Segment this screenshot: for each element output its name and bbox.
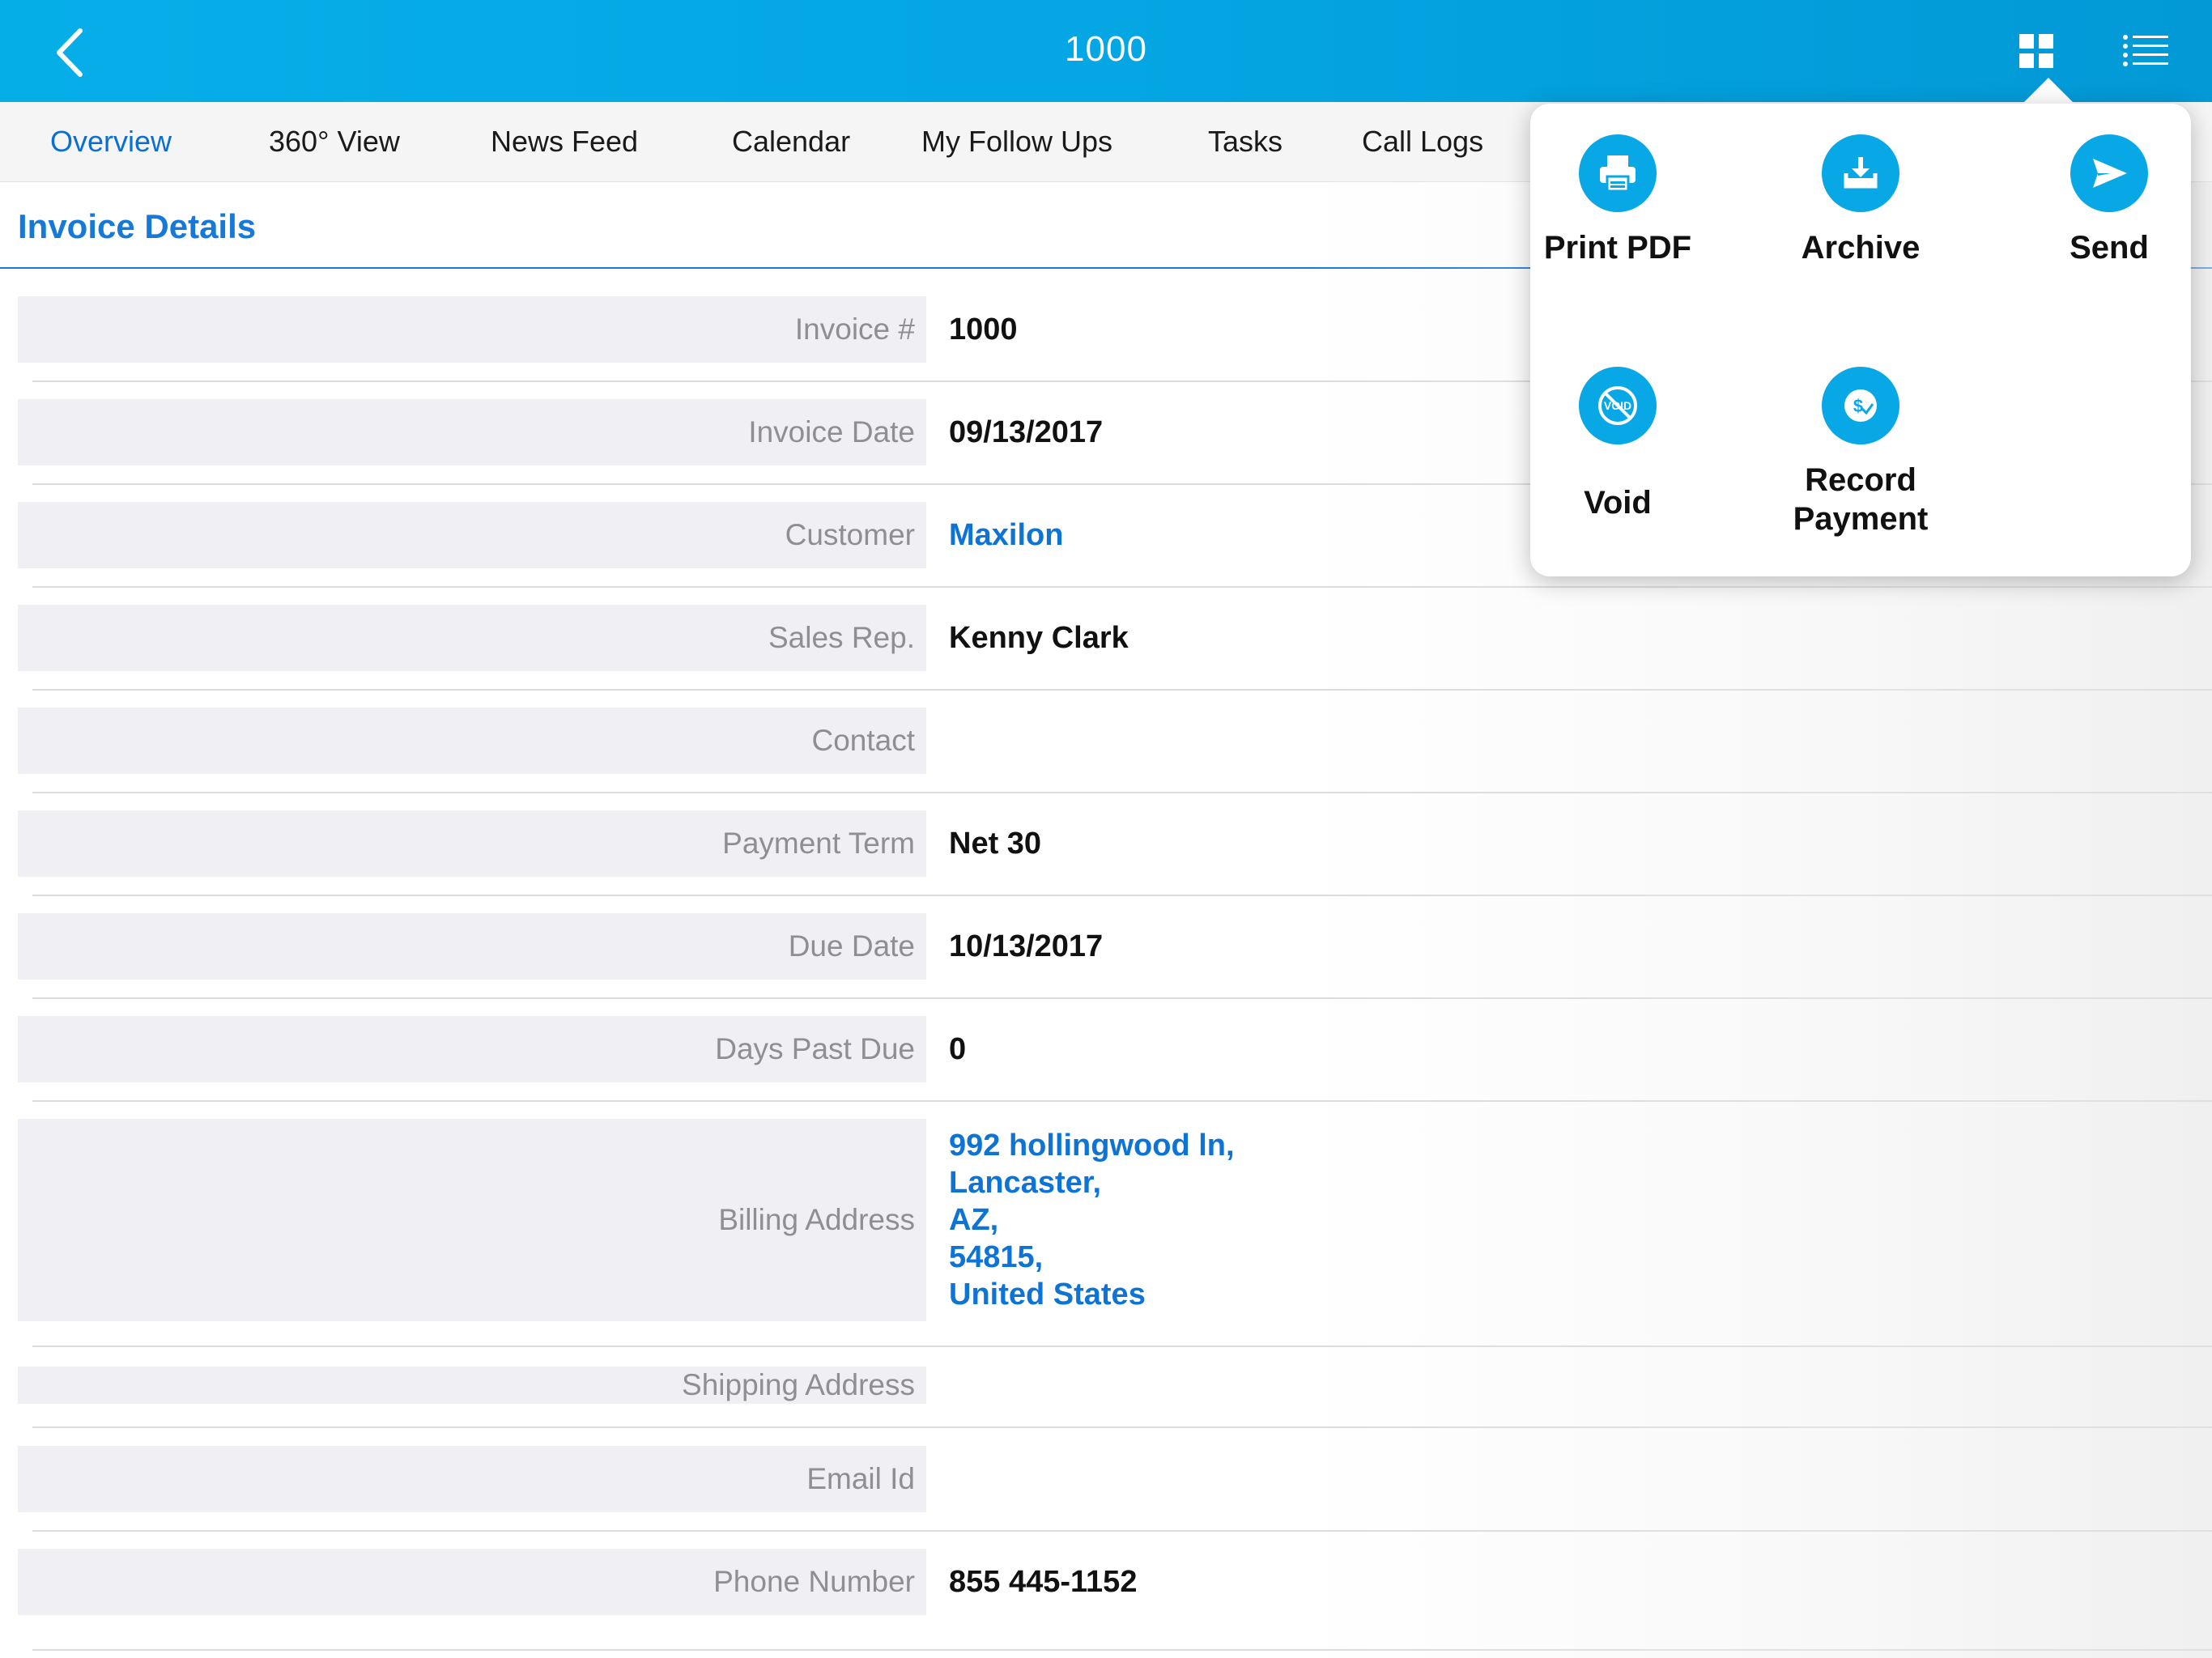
field-value: 0 [949, 1031, 967, 1066]
row-divider [32, 586, 2212, 588]
row-divider [32, 792, 2212, 793]
tab-tasks[interactable]: Tasks [1208, 125, 1283, 159]
field-label: Invoice # [18, 296, 926, 363]
field-value: 09/13/2017 [949, 414, 1104, 449]
field-value: 10/13/2017 [949, 929, 1104, 963]
action-label: Void [1584, 485, 1652, 521]
address-line: AZ, [949, 1203, 999, 1237]
field-label: Due Date [18, 913, 926, 980]
tab-my-follow-ups[interactable]: My Follow Ups [921, 125, 1112, 159]
tab-360-view[interactable]: 360° View [269, 125, 400, 159]
address-line: United States [949, 1278, 1146, 1312]
field-value: 1000 [949, 312, 1018, 346]
void-button[interactable]: VOID Void [1512, 367, 1723, 522]
row-divider [32, 1100, 2212, 1102]
row-divider [32, 1346, 2212, 1347]
field-value: Kenny Clark [949, 620, 1129, 655]
address-line: 992 hollingwood ln, [949, 1129, 1235, 1163]
field-label: Payment Term [18, 810, 926, 877]
tab-news-feed[interactable]: News Feed [491, 125, 638, 159]
field-value: Net 30 [949, 826, 1042, 861]
popover-arrow [2021, 78, 2076, 105]
grid-menu-button[interactable] [2016, 31, 2057, 71]
action-label-line: Record [1805, 462, 1916, 498]
field-label: Sales Rep. [18, 605, 926, 671]
field-label: Contact [18, 708, 926, 774]
grid-icon [2019, 34, 2053, 68]
section-title: Invoice Details [18, 207, 257, 245]
field-label: Days Past Due [18, 1016, 926, 1082]
list-icon [2123, 35, 2168, 66]
row-divider [32, 997, 2212, 999]
void-icon: VOID [1579, 367, 1657, 444]
actions-popover: Print PDF Archive Send VOID Void $ Recor… [1530, 104, 2191, 576]
action-label: Send [2069, 230, 2149, 266]
row-divider [32, 1649, 2212, 1651]
row-divider [32, 895, 2212, 896]
list-menu-button[interactable] [2121, 31, 2170, 71]
address-line: Lancaster, [949, 1166, 1101, 1200]
customer-link[interactable]: Maxilon [949, 502, 1063, 568]
field-label: Email Id [18, 1446, 926, 1512]
svg-text:VOID: VOID [1604, 399, 1631, 412]
action-label-line: Payment [1793, 501, 1929, 537]
page-title: 1000 [1065, 29, 1147, 69]
row-divider [32, 1426, 2212, 1428]
tab-call-logs[interactable]: Call Logs [1362, 125, 1483, 159]
tab-overview[interactable]: Overview [50, 125, 172, 159]
field-label: Phone Number [18, 1549, 926, 1615]
archive-button[interactable]: Archive [1755, 134, 1966, 267]
archive-download-icon [1822, 134, 1899, 212]
phone-value[interactable]: 855 445-1152 [949, 1549, 1137, 1615]
field-label: Billing Address [18, 1119, 926, 1321]
billing-address-link[interactable]: 992 hollingwood ln, Lancaster, AZ, 54815… [949, 1119, 1235, 1321]
printer-icon [1579, 134, 1657, 212]
print-pdf-button[interactable]: Print PDF [1512, 134, 1723, 267]
field-label: Customer [18, 502, 926, 568]
field-label: Invoice Date [18, 399, 926, 466]
row-divider [32, 689, 2212, 691]
payment-icon: $ [1822, 367, 1899, 444]
field-label: Shipping Address [18, 1367, 926, 1404]
action-label: Print PDF [1543, 230, 1692, 266]
record-payment-button[interactable]: $ Record Payment [1755, 367, 1966, 538]
row-divider [32, 1530, 2212, 1532]
send-icon [2070, 134, 2148, 212]
tab-calendar[interactable]: Calendar [732, 125, 850, 159]
top-nav-bar: 1000 [0, 0, 2212, 102]
action-label: Archive [1801, 230, 1921, 266]
svg-text:$: $ [1853, 396, 1863, 416]
address-line: 54815, [949, 1240, 1044, 1274]
send-button[interactable]: Send [2004, 134, 2212, 267]
